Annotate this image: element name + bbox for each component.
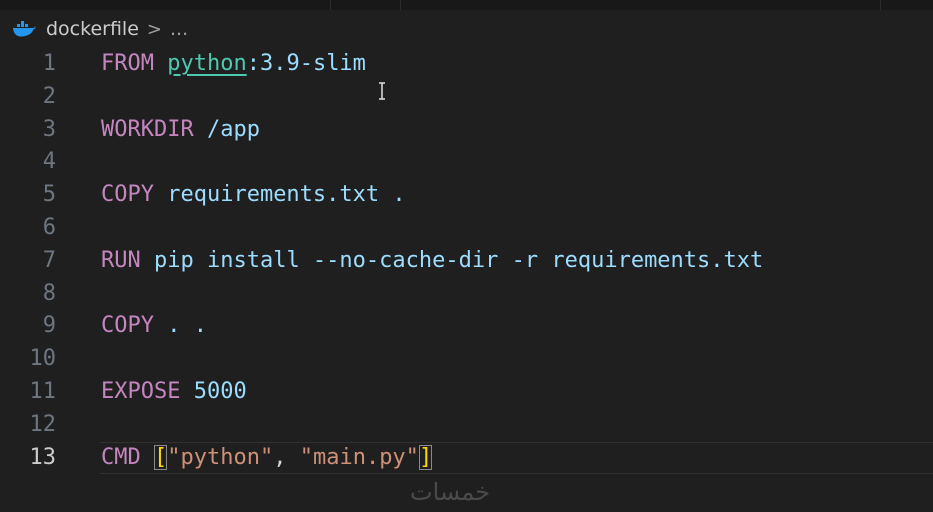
breadcrumb-more[interactable]: ...	[170, 18, 188, 40]
code-line[interactable]: 4	[0, 146, 933, 178]
code-token: FROM	[101, 51, 154, 76]
code-token: 5000	[193, 379, 247, 404]
code-line[interactable]: 1 FROM python:3.9-slim	[0, 48, 933, 80]
code-token: python	[167, 51, 247, 76]
code-line[interactable]: 7 RUN pip install --no-cache-dir -r requi…	[0, 245, 933, 277]
code-text[interactable]: WORKDIR /app	[101, 114, 260, 146]
code-line[interactable]: 6	[0, 212, 933, 244]
code-line[interactable]: 3 WORKDIR /app	[0, 114, 933, 146]
line-number: 11	[29, 379, 57, 404]
tab-segment[interactable]	[330, 0, 401, 10]
code-text[interactable]: FROM python:3.9-slim	[101, 48, 366, 80]
tab-segment[interactable]	[0, 0, 331, 10]
code-token: . .	[153, 313, 207, 339]
line-number: 8	[42, 280, 56, 306]
code-token: [	[154, 444, 168, 470]
line-number: 5	[42, 182, 56, 208]
code-token: pip install --no-cache-dir -r requiremen…	[140, 247, 764, 273]
line-number: 13	[29, 444, 57, 470]
code-text[interactable]: CMD ["python", "main.py"]	[101, 442, 433, 474]
line-number: 4	[42, 149, 56, 175]
line-number: 12	[29, 411, 57, 437]
code-token: "main.py"	[299, 444, 419, 470]
code-token: /app	[193, 116, 260, 142]
code-token: WORKDIR	[101, 116, 194, 142]
breadcrumb-separator: >	[146, 18, 162, 40]
code-text[interactable]: EXPOSE 5000	[101, 376, 247, 408]
code-line[interactable]: 2	[0, 81, 933, 113]
line-number: 7	[42, 247, 56, 273]
line-number: 2	[42, 83, 56, 109]
code-line[interactable]: 13 CMD ["python", "main.py"]	[0, 442, 933, 474]
code-token: ,	[273, 444, 300, 470]
code-line[interactable]: 8	[0, 278, 933, 310]
code-token: COPY	[101, 182, 154, 208]
code-token: CMD	[101, 444, 141, 470]
code-line[interactable]: 9 COPY . .	[0, 310, 933, 342]
breadcrumb: dockerfile > ...	[0, 10, 933, 48]
code-token: RUN	[101, 247, 141, 273]
line-number: 9	[42, 313, 56, 339]
code-token: EXPOSE	[101, 379, 181, 404]
tab-segment[interactable]	[400, 0, 881, 10]
line-number: 10	[29, 346, 57, 372]
docker-whale-icon	[13, 21, 36, 37]
breadcrumb-file[interactable]: dockerfile	[46, 18, 139, 40]
tab-strip	[0, 0, 933, 10]
code-line[interactable]: 5 COPY requirements.txt .	[0, 179, 933, 211]
code-token: "python"	[167, 444, 274, 470]
line-number: 6	[42, 215, 56, 240]
line-number: 1	[42, 51, 56, 76]
code-text[interactable]: RUN pip install --no-cache-dir -r requir…	[101, 245, 763, 277]
code-line[interactable]: 10	[0, 343, 933, 375]
code-line[interactable]: 12	[0, 409, 933, 441]
code-token: :3.9-slim	[246, 51, 366, 76]
code-editor[interactable]: 1 FROM python:3.9-slim 2 3 WORKDIR /app 4 5 COP…	[0, 48, 933, 488]
code-token: ]	[418, 444, 433, 470]
code-line[interactable]: 11 EXPOSE 5000	[0, 376, 933, 408]
text-cursor-icon	[379, 82, 385, 100]
code-text[interactable]: COPY . .	[101, 310, 207, 342]
code-token: requirements.txt .	[153, 182, 406, 208]
watermark: خمسات	[410, 478, 491, 506]
code-text[interactable]: COPY requirements.txt .	[101, 179, 406, 211]
code-token: COPY	[101, 313, 154, 339]
line-number: 3	[42, 116, 56, 142]
